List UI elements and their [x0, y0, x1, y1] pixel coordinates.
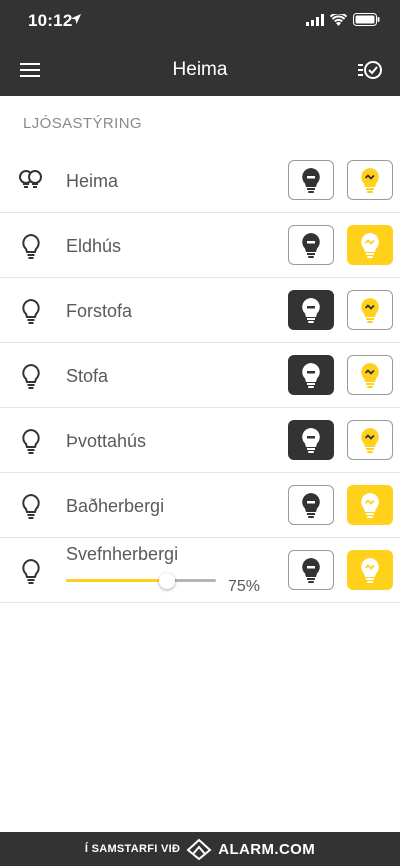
light-on-button[interactable]	[347, 355, 393, 395]
bulb-on-icon	[361, 428, 379, 453]
battery-icon	[353, 13, 380, 26]
light-row-forstofa: Forstofa	[0, 278, 400, 343]
light-off-button[interactable]	[288, 485, 334, 525]
app-header: Heima	[0, 44, 400, 96]
light-on-button[interactable]	[347, 420, 393, 460]
partner-brand: ALARM.COM	[218, 840, 316, 858]
bulb-on-icon	[361, 298, 379, 323]
light-off-button[interactable]	[288, 420, 334, 460]
checklist-icon	[358, 61, 382, 79]
bulb-off-icon	[302, 298, 320, 323]
group-bulb-icon	[19, 170, 42, 188]
bulb-off-icon	[302, 233, 320, 258]
light-on-button[interactable]	[347, 225, 393, 265]
light-row-thvottahus: Þvottahús	[0, 408, 400, 473]
bulb-off-icon	[302, 558, 320, 583]
partner-footer: Í SAMSTARFI VIÐ ALARM.COM	[0, 832, 400, 866]
signal-icon	[306, 13, 324, 26]
location-arrow-icon	[71, 14, 81, 24]
light-on-button[interactable]	[347, 485, 393, 525]
page-title: Heima	[172, 59, 228, 80]
bulb-on-icon	[361, 493, 379, 518]
light-off-button[interactable]	[288, 550, 334, 590]
light-label: Eldhús	[66, 236, 122, 256]
status-time: 10:12	[28, 11, 73, 30]
light-off-button[interactable]	[288, 160, 334, 200]
light-off-button[interactable]	[288, 225, 334, 265]
bulb-outline-icon	[22, 558, 40, 584]
bulb-outline-icon	[22, 298, 40, 324]
light-off-button[interactable]	[288, 290, 334, 330]
bulb-off-icon	[302, 168, 320, 193]
checklist-button[interactable]	[356, 57, 384, 83]
bulb-outline-icon	[22, 428, 40, 454]
light-row-eldhus: Eldhús	[0, 213, 400, 278]
bulb-outline-icon	[22, 363, 40, 389]
alarm-logo-icon	[186, 838, 212, 860]
bulb-off-icon	[302, 493, 320, 518]
dimmer-value: 75%	[228, 578, 261, 595]
wifi-icon	[330, 13, 347, 26]
bulb-outline-icon	[22, 493, 40, 519]
light-label: Forstofa	[66, 301, 133, 321]
light-row-badherbergi: Baðherbergi	[0, 473, 400, 538]
bulb-on-icon	[361, 168, 379, 193]
light-list: Heima Eldhús Forstofa Stofa Þvottahús Ba…	[0, 148, 400, 603]
light-row-svefnherbergi: Svefnherbergi 75%	[0, 538, 400, 603]
status-icons	[306, 13, 380, 26]
bulb-on-icon	[361, 363, 379, 388]
light-on-button[interactable]	[347, 550, 393, 590]
slider-thumb[interactable]	[158, 573, 175, 589]
light-label: Stofa	[66, 366, 109, 386]
dimmer-slider[interactable]	[66, 573, 216, 589]
light-row-stofa: Stofa	[0, 343, 400, 408]
bulb-on-icon	[361, 233, 379, 258]
light-label: Heima	[66, 171, 119, 191]
slider-fill	[66, 579, 167, 582]
bulb-outline-icon	[22, 233, 40, 259]
light-label: Svefnherbergi	[66, 544, 179, 564]
light-label: Þvottahús	[66, 431, 147, 451]
bulb-off-icon	[302, 363, 320, 388]
light-label: Baðherbergi	[66, 496, 165, 516]
section-title: LJÓSASTÝRING	[23, 115, 142, 132]
status-bar: 10:12	[0, 0, 400, 44]
partner-text: Í SAMSTARFI VIÐ	[84, 843, 181, 855]
light-on-button[interactable]	[347, 290, 393, 330]
light-on-button[interactable]	[347, 160, 393, 200]
light-row-heima: Heima	[0, 148, 400, 213]
bulb-off-icon	[302, 428, 320, 453]
light-off-button[interactable]	[288, 355, 334, 395]
bulb-on-icon	[361, 558, 379, 583]
